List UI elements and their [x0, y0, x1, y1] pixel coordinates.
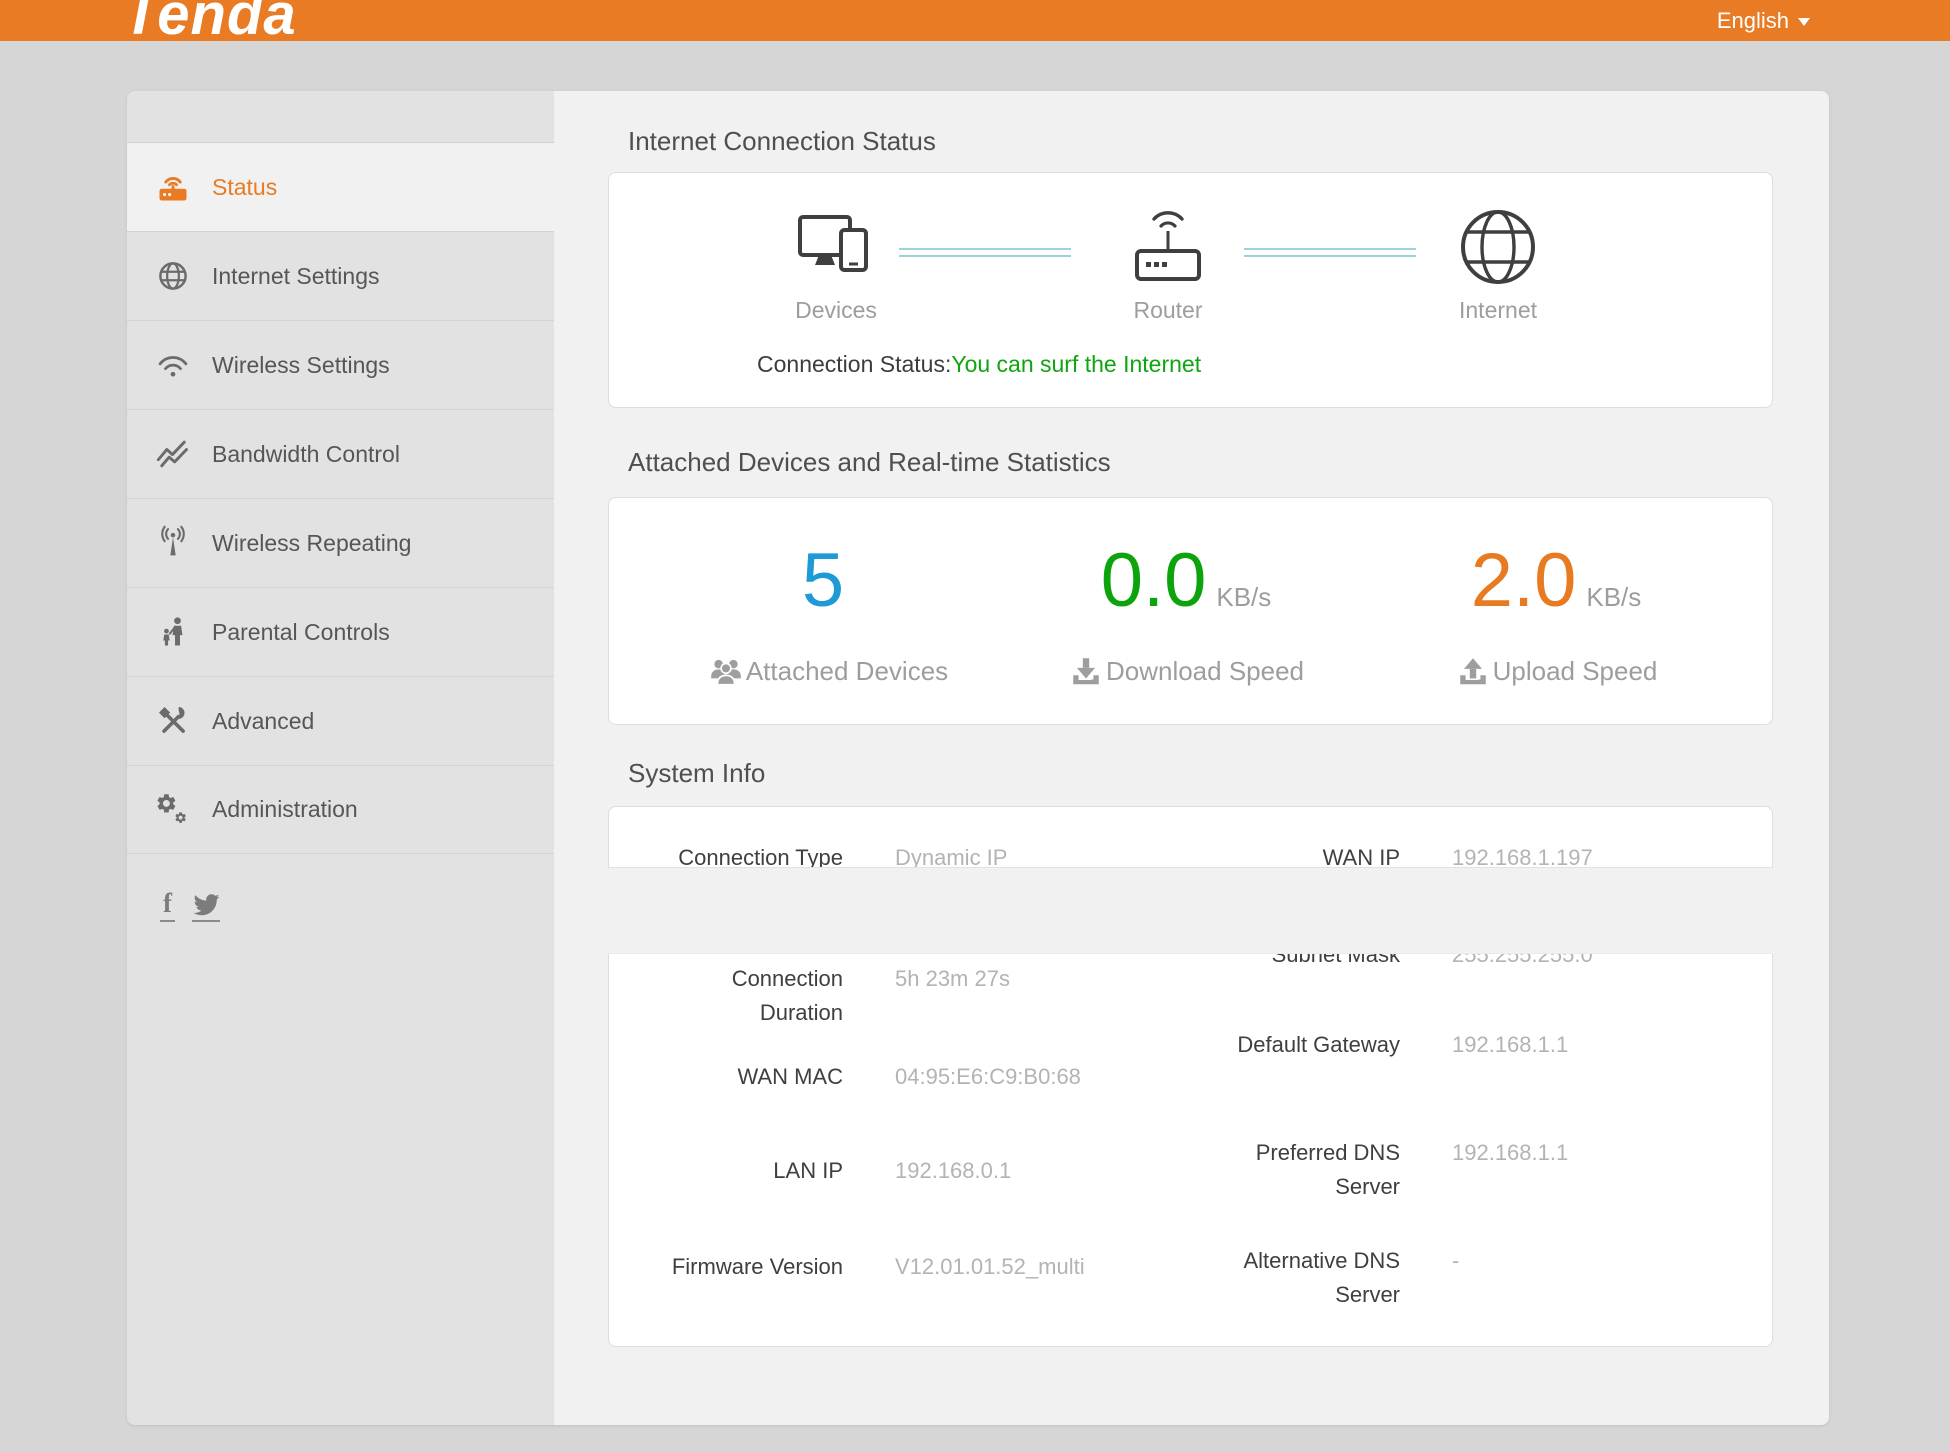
sidebar-item-advanced[interactable]: Advanced: [127, 676, 554, 765]
people-icon: [708, 654, 744, 688]
upload-icon: [1455, 654, 1491, 688]
line-chart-icon: [154, 435, 192, 473]
devices-icon: [784, 195, 888, 295]
wifi-icon: [154, 346, 192, 384]
stat-download-speed: 0.0 KB/s Download Speed: [976, 542, 1396, 688]
app-container: Status Internet Settings: [127, 91, 1829, 1425]
main-panel: Internet Connection Status: [554, 91, 1829, 1425]
tenda-logo: Tenda: [123, 0, 297, 41]
system-value-connection-duration: 5h 23m 27s: [895, 962, 1010, 996]
family-icon: [154, 613, 192, 651]
connection-status-value: You can surf the Internet: [951, 351, 1201, 377]
sidebar-item-label: Administration: [212, 796, 358, 823]
connection-status-line: Connection Status:You can surf the Inter…: [757, 351, 1201, 378]
sidebar-item-label: Internet Settings: [212, 263, 380, 290]
link-router-internet: [1244, 248, 1416, 257]
language-label: English: [1717, 8, 1789, 34]
language-selector[interactable]: English: [1717, 0, 1810, 41]
tools-icon: [154, 702, 192, 740]
chevron-down-icon: [1798, 18, 1810, 26]
sidebar-item-label: Parental Controls: [212, 619, 390, 646]
section-title-connection: Internet Connection Status: [628, 126, 936, 157]
download-speed-value: 0.0: [1101, 542, 1207, 620]
system-label-wan-mac: WAN MAC: [663, 1060, 843, 1094]
node-label-internet: Internet: [1459, 297, 1537, 324]
attached-devices-label: Attached Devices: [746, 656, 948, 687]
screenshot-seam-edge: [608, 867, 1773, 954]
router-icon: [154, 168, 192, 206]
node-label-router: Router: [1133, 297, 1202, 324]
attached-devices-value: 5: [802, 542, 844, 620]
sidebar-nav: Status Internet Settings: [127, 142, 554, 854]
system-label-lan-ip: LAN IP: [663, 1154, 843, 1188]
router-device-icon: [1116, 195, 1220, 295]
sidebar-item-wireless-settings[interactable]: Wireless Settings: [127, 320, 554, 409]
sidebar: Status Internet Settings: [127, 91, 554, 1425]
sidebar-item-administration[interactable]: Administration: [127, 765, 554, 854]
system-label-connection-duration: Connection Duration: [663, 962, 843, 1030]
screenshot-seam-band: [554, 867, 1829, 954]
upload-speed-value: 2.0: [1471, 542, 1577, 620]
stat-upload-speed: 2.0 KB/s Upload Speed: [1346, 542, 1766, 688]
system-value-preferred-dns: 192.168.1.1: [1452, 1136, 1568, 1170]
sidebar-item-wireless-repeating[interactable]: Wireless Repeating: [127, 498, 554, 587]
download-speed-unit: KB/s: [1216, 582, 1271, 613]
twitter-icon[interactable]: [192, 893, 220, 922]
sidebar-item-status[interactable]: Status: [127, 142, 554, 231]
internet-globe-icon: [1446, 195, 1550, 295]
upload-speed-unit: KB/s: [1586, 582, 1641, 613]
facebook-icon[interactable]: f: [160, 891, 175, 922]
system-value-default-gateway: 192.168.1.1: [1452, 1028, 1568, 1062]
antenna-icon: [154, 524, 192, 562]
node-label-devices: Devices: [795, 297, 877, 324]
system-label-firmware-version: Firmware Version: [663, 1250, 843, 1284]
sidebar-item-label: Advanced: [212, 708, 314, 735]
sidebar-item-label: Wireless Repeating: [212, 530, 411, 557]
social-links: f: [160, 891, 220, 922]
download-icon: [1068, 654, 1104, 688]
connection-status-label: Connection Status:: [757, 351, 951, 377]
system-label-preferred-dns: Preferred DNS Server: [1210, 1136, 1400, 1204]
system-value-wan-mac: 04:95:E6:C9:B0:68: [895, 1060, 1081, 1094]
system-label-default-gateway: Default Gateway: [1210, 1028, 1400, 1062]
stats-card: 5 Attached Devices: [608, 497, 1773, 725]
system-value-firmware-version: V12.01.01.52_multi: [895, 1250, 1085, 1284]
sidebar-item-internet-settings[interactable]: Internet Settings: [127, 231, 554, 320]
section-title-system-info: System Info: [628, 758, 765, 789]
sidebar-item-parental-controls[interactable]: Parental Controls: [127, 587, 554, 676]
sidebar-item-bandwidth-control[interactable]: Bandwidth Control: [127, 409, 554, 498]
sidebar-item-label: Status: [212, 174, 277, 201]
sidebar-item-label: Wireless Settings: [212, 352, 390, 379]
upload-speed-label: Upload Speed: [1493, 656, 1658, 687]
globe-icon: [154, 257, 192, 295]
top-header-bar: Tenda English: [0, 0, 1950, 41]
system-value-lan-ip: 192.168.0.1: [895, 1154, 1011, 1188]
gears-icon: [154, 791, 192, 829]
sidebar-item-label: Bandwidth Control: [212, 441, 400, 468]
system-value-alternative-dns: -: [1452, 1244, 1459, 1278]
section-title-stats: Attached Devices and Real-time Statistic…: [628, 447, 1111, 478]
system-label-alternative-dns: Alternative DNS Server: [1210, 1244, 1400, 1312]
connection-status-card: Devices Router Internet Connection Statu…: [608, 172, 1773, 408]
stat-attached-devices: 5 Attached Devices: [618, 542, 1038, 688]
download-speed-label: Download Speed: [1106, 656, 1304, 687]
link-devices-router: [899, 248, 1071, 257]
